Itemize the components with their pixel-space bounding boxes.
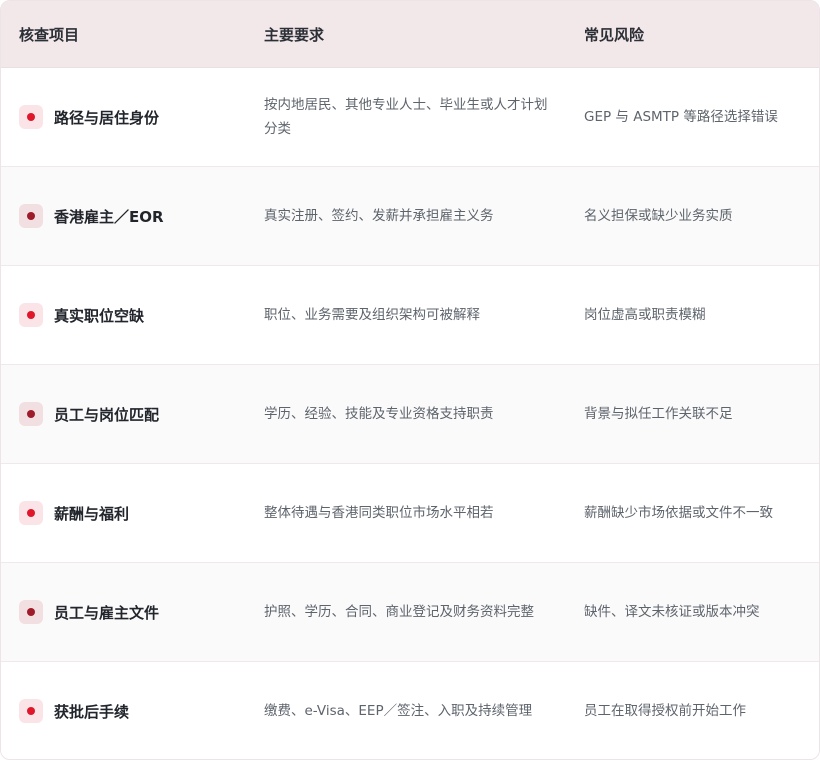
risk-cell: 缺件、译文未核证或版本冲突 [584,563,809,661]
table-row: 员工与雇主文件 护照、学历、合同、商业登记及财务资料完整 缺件、译文未核证或版本… [1,563,819,662]
table-row: 员工与岗位匹配 学历、经验、技能及专业资格支持职责 背景与拟任工作关联不足 [1,365,819,464]
table-row: 香港雇主／EOR 真实注册、签约、发薪并承担雇主义务 名义担保或缺少业务实质 [1,167,819,266]
risk-cell: 岗位虚高或职责模糊 [584,266,809,364]
requirement-cell: 学历、经验、技能及专业资格支持职责 [264,365,559,463]
risk-text: 名义担保或缺少业务实质 [584,208,733,224]
risk-cell: 薪酬缺少市场依据或文件不一致 [584,464,809,562]
requirement-text: 真实注册、签约、发薪并承担雇主义务 [264,208,494,224]
item-cell: 薪酬与福利 [19,464,129,562]
item-title: 员工与岗位匹配 [54,405,160,424]
bullet-icon [19,402,43,426]
bullet-icon [19,699,43,723]
item-cell: 香港雇主／EOR [19,167,164,265]
table-row: 真实职位空缺 职位、业务需要及组织架构可被解释 岗位虚高或职责模糊 [1,266,819,365]
item-title: 真实职位空缺 [54,306,145,325]
risk-text: 缺件、译文未核证或版本冲突 [584,604,760,620]
requirement-cell: 缴费、e-Visa、EEP／签注、入职及持续管理 [264,662,559,759]
requirement-text: 学历、经验、技能及专业资格支持职责 [264,406,494,422]
bullet-icon [19,105,43,129]
requirement-cell: 整体待遇与香港同类职位市场水平相若 [264,464,559,562]
item-cell: 获批后手续 [19,662,130,759]
header-risk: 常见风险 [584,25,645,44]
item-title: 员工与雇主文件 [54,603,160,622]
risk-cell: 背景与拟任工作关联不足 [584,365,809,463]
requirement-text: 护照、学历、合同、商业登记及财务资料完整 [264,604,534,620]
requirement-text: 职位、业务需要及组织架构可被解释 [264,307,480,323]
checklist-table: 核查项目 主要要求 常见风险 路径与居住身份 按内地居民、其他专业人士、毕业生或… [0,0,820,760]
risk-text: 薪酬缺少市场依据或文件不一致 [584,505,773,521]
requirement-text: 按内地居民、其他专业人士、毕业生或人才计划分类 [264,97,548,137]
requirement-cell: 职位、业务需要及组织架构可被解释 [264,266,559,364]
risk-cell: 员工在取得授权前开始工作 [584,662,809,759]
requirement-text: 缴费、e-Visa、EEP／签注、入职及持续管理 [264,703,533,719]
risk-text: 员工在取得授权前开始工作 [584,703,746,719]
item-cell: 员工与雇主文件 [19,563,159,661]
item-title: 获批后手续 [54,702,130,721]
table-body: 路径与居住身份 按内地居民、其他专业人士、毕业生或人才计划分类 GEP 与 AS… [1,68,819,759]
risk-cell: 名义担保或缺少业务实质 [584,167,809,265]
table-header: 核查项目 主要要求 常见风险 [1,1,819,68]
risk-text: 背景与拟任工作关联不足 [584,406,733,422]
requirement-cell: 真实注册、签约、发薪并承担雇主义务 [264,167,559,265]
bullet-icon [19,600,43,624]
item-cell: 真实职位空缺 [19,266,144,364]
risk-text: 岗位虚高或职责模糊 [584,307,706,323]
requirement-text: 整体待遇与香港同类职位市场水平相若 [264,505,494,521]
risk-text: GEP 与 ASMTP 等路径选择错误 [584,109,778,125]
item-cell: 员工与岗位匹配 [19,365,159,463]
item-title: 香港雇主／EOR [54,207,164,226]
bullet-icon [19,501,43,525]
requirement-cell: 按内地居民、其他专业人士、毕业生或人才计划分类 [264,68,559,166]
header-requirement: 主要要求 [264,25,325,44]
bullet-icon [19,204,43,228]
item-cell: 路径与居住身份 [19,68,159,166]
requirement-cell: 护照、学历、合同、商业登记及财务资料完整 [264,563,559,661]
header-item: 核查项目 [19,25,80,44]
table-row: 路径与居住身份 按内地居民、其他专业人士、毕业生或人才计划分类 GEP 与 AS… [1,68,819,167]
table-row: 薪酬与福利 整体待遇与香港同类职位市场水平相若 薪酬缺少市场依据或文件不一致 [1,464,819,563]
table-row: 获批后手续 缴费、e-Visa、EEP／签注、入职及持续管理 员工在取得授权前开… [1,662,819,759]
risk-cell: GEP 与 ASMTP 等路径选择错误 [584,68,809,166]
item-title: 路径与居住身份 [54,108,160,127]
item-title: 薪酬与福利 [54,504,130,523]
bullet-icon [19,303,43,327]
